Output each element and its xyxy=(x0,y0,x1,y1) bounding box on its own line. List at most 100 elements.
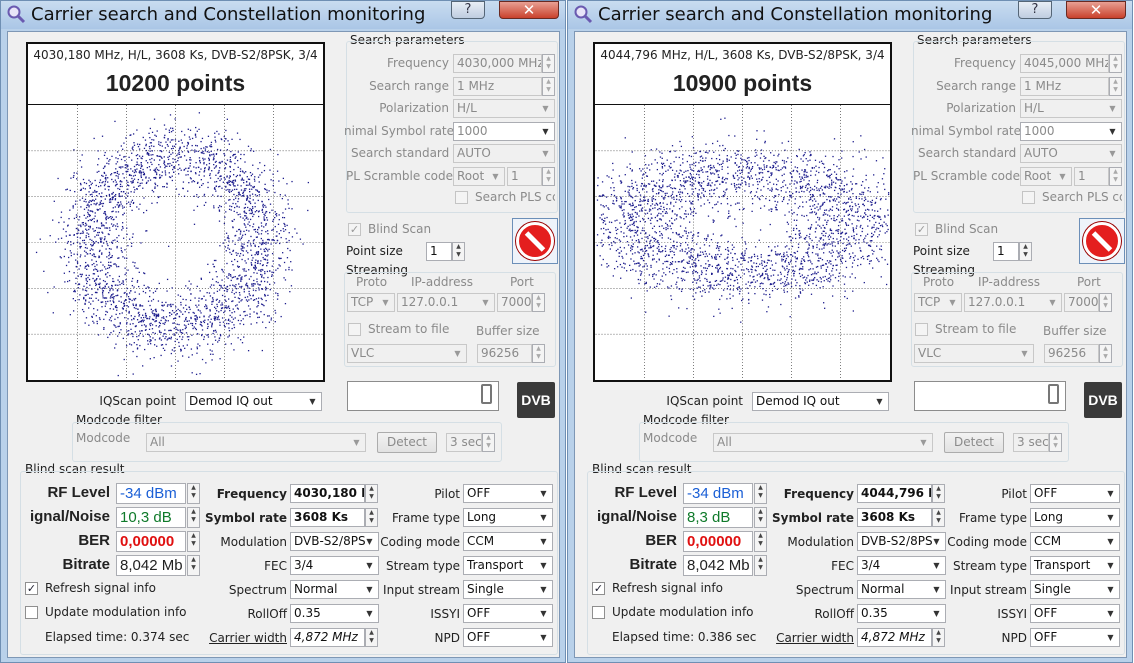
iqscan-select[interactable]: Demod IQ out ▼ xyxy=(185,392,322,411)
pl-scramble-value-input[interactable]: 1 xyxy=(1074,167,1109,186)
rf-level-spinner[interactable]: ▲ ▼ xyxy=(187,483,200,504)
ip-address-select[interactable]: 127.0.0.1 ▼ xyxy=(964,293,1062,312)
buffer-size-input[interactable]: 96256 xyxy=(1044,344,1099,363)
coding-mode-select[interactable]: CCM ▼ xyxy=(1030,532,1120,551)
rf-level-spinner[interactable]: ▲ ▼ xyxy=(754,483,767,504)
stream-type-select[interactable]: Transport ▼ xyxy=(1030,556,1120,575)
refresh-signal-checkbox[interactable]: ✓ xyxy=(25,582,38,595)
symbol-rate-spinner[interactable]: ▲ ▼ xyxy=(932,508,945,527)
search-range-input[interactable]: 1 MHz xyxy=(1020,77,1109,96)
frequency-spinner[interactable]: ▲ ▼ xyxy=(542,54,555,73)
detect-seconds-input[interactable]: 3 sec xyxy=(1013,433,1049,452)
polarization-select[interactable]: H/L ▼ xyxy=(1020,99,1122,118)
ber-spinner[interactable]: ▲ ▼ xyxy=(187,531,200,552)
fec-select[interactable]: 3/4 ▼ xyxy=(857,556,946,575)
point-size-spinner[interactable]: ▲ ▼ xyxy=(1019,242,1032,261)
buffer-size-spinner[interactable]: ▲ ▼ xyxy=(532,344,545,363)
carrier-width-spinner[interactable]: ▲ ▼ xyxy=(932,628,945,647)
input-stream-select[interactable]: Single ▼ xyxy=(1030,580,1120,599)
frame-type-select[interactable]: Long ▼ xyxy=(1030,508,1120,527)
blind-scan-checkbox[interactable]: ✓ xyxy=(348,223,361,236)
npd-select[interactable]: OFF ▼ xyxy=(1030,628,1120,647)
detect-seconds-input[interactable]: 3 sec xyxy=(446,433,482,452)
port-input[interactable]: 7000 xyxy=(1064,293,1099,312)
spectrum-select[interactable]: Normal ▼ xyxy=(290,580,379,599)
search-pls-checkbox[interactable] xyxy=(455,191,468,204)
modulation-select[interactable]: DVB-S2/8PS ▼ xyxy=(290,532,379,551)
carrier-width-link[interactable]: Carrier width xyxy=(771,631,854,645)
issyi-select[interactable]: OFF ▼ xyxy=(1030,604,1120,623)
close-button[interactable]: ✕ xyxy=(1066,1,1126,19)
port-input[interactable]: 7000 xyxy=(497,293,532,312)
search-standard-select[interactable]: AUTO ▼ xyxy=(1020,144,1122,163)
min-symbol-rate-select[interactable]: 1000 ▼ xyxy=(1020,122,1122,141)
coding-mode-select[interactable]: CCM ▼ xyxy=(463,532,553,551)
search-range-input[interactable]: 1 MHz xyxy=(453,77,542,96)
detect-seconds-spinner[interactable]: ▲ ▼ xyxy=(482,433,495,452)
pl-scramble-mode-select[interactable]: Root ▼ xyxy=(453,167,505,186)
search-standard-select[interactable]: AUTO ▼ xyxy=(453,144,555,163)
stream-type-select[interactable]: Transport ▼ xyxy=(463,556,553,575)
pl-scramble-spinner[interactable]: ▲ ▼ xyxy=(542,167,555,186)
port-spinner[interactable]: ▲ ▼ xyxy=(1099,293,1112,312)
update-modulation-checkbox[interactable] xyxy=(592,606,605,619)
buffer-size-spinner[interactable]: ▲ ▼ xyxy=(1099,344,1112,363)
iqscan-select[interactable]: Demod IQ out ▼ xyxy=(752,392,889,411)
update-modulation-checkbox[interactable] xyxy=(25,606,38,619)
help-button[interactable]: ? xyxy=(451,1,485,19)
detect-seconds-spinner[interactable]: ▲ ▼ xyxy=(1049,433,1062,452)
ip-address-select[interactable]: 127.0.0.1 ▼ xyxy=(397,293,495,312)
spectrum-select[interactable]: Normal ▼ xyxy=(857,580,946,599)
pilot-select[interactable]: OFF ▼ xyxy=(463,484,553,503)
ber-spinner[interactable]: ▲ ▼ xyxy=(754,531,767,552)
player-select[interactable]: VLC ▼ xyxy=(914,344,1034,363)
frame-type-select[interactable]: Long ▼ xyxy=(463,508,553,527)
close-button[interactable]: ✕ xyxy=(499,1,559,19)
frequency-spinner[interactable]: ▲ ▼ xyxy=(1109,54,1122,73)
modcode-select[interactable]: All ▼ xyxy=(146,433,366,452)
issyi-select[interactable]: OFF ▼ xyxy=(463,604,553,623)
buffer-size-input[interactable]: 96256 xyxy=(477,344,532,363)
point-size-input[interactable]: 1 xyxy=(426,242,452,261)
pilot-select[interactable]: OFF ▼ xyxy=(1030,484,1120,503)
blind-scan-checkbox[interactable]: ✓ xyxy=(915,223,928,236)
result-frequency-spinner[interactable]: ▲ ▼ xyxy=(932,484,945,503)
frequency-input[interactable]: 4030,000 MHz xyxy=(453,54,542,73)
polarization-select[interactable]: H/L ▼ xyxy=(453,99,555,118)
modulation-select[interactable]: DVB-S2/8PS ▼ xyxy=(857,532,946,551)
stop-button[interactable] xyxy=(512,218,558,264)
proto-select[interactable]: TCP ▼ xyxy=(914,293,962,312)
npd-select[interactable]: OFF ▼ xyxy=(463,628,553,647)
modcode-select[interactable]: All ▼ xyxy=(713,433,933,452)
player-select[interactable]: VLC ▼ xyxy=(347,344,467,363)
point-size-spinner[interactable]: ▲ ▼ xyxy=(452,242,465,261)
pl-scramble-value-input[interactable]: 1 xyxy=(507,167,542,186)
stream-to-file-checkbox[interactable] xyxy=(348,323,361,336)
carrier-width-link[interactable]: Carrier width xyxy=(204,631,287,645)
pl-scramble-spinner[interactable]: ▲ ▼ xyxy=(1109,167,1122,186)
detect-button[interactable]: Detect xyxy=(377,432,437,453)
point-size-input[interactable]: 1 xyxy=(993,242,1019,261)
pl-scramble-mode-select[interactable]: Root ▼ xyxy=(1020,167,1072,186)
rolloff-select[interactable]: 0.35 ▼ xyxy=(857,604,946,623)
bitrate-spinner[interactable]: ▲ ▼ xyxy=(187,555,200,576)
carrier-width-spinner[interactable]: ▲ ▼ xyxy=(365,628,378,647)
result-frequency-spinner[interactable]: ▲ ▼ xyxy=(365,484,378,503)
detect-button[interactable]: Detect xyxy=(944,432,1004,453)
search-range-spinner[interactable]: ▲ ▼ xyxy=(542,77,555,96)
symbol-rate-spinner[interactable]: ▲ ▼ xyxy=(365,508,378,527)
refresh-signal-checkbox[interactable]: ✓ xyxy=(592,582,605,595)
bitrate-spinner[interactable]: ▲ ▼ xyxy=(754,555,767,576)
min-symbol-rate-select[interactable]: 1000 ▼ xyxy=(453,122,555,141)
proto-select[interactable]: TCP ▼ xyxy=(347,293,395,312)
stop-button[interactable] xyxy=(1079,218,1125,264)
fec-select[interactable]: 3/4 ▼ xyxy=(290,556,379,575)
stream-to-file-checkbox[interactable] xyxy=(915,323,928,336)
help-button[interactable]: ? xyxy=(1018,1,1052,19)
rolloff-select[interactable]: 0.35 ▼ xyxy=(290,604,379,623)
search-range-spinner[interactable]: ▲ ▼ xyxy=(1109,77,1122,96)
frequency-input[interactable]: 4045,000 MHz xyxy=(1020,54,1109,73)
input-stream-select[interactable]: Single ▼ xyxy=(463,580,553,599)
search-pls-checkbox[interactable] xyxy=(1022,191,1035,204)
port-spinner[interactable]: ▲ ▼ xyxy=(532,293,545,312)
